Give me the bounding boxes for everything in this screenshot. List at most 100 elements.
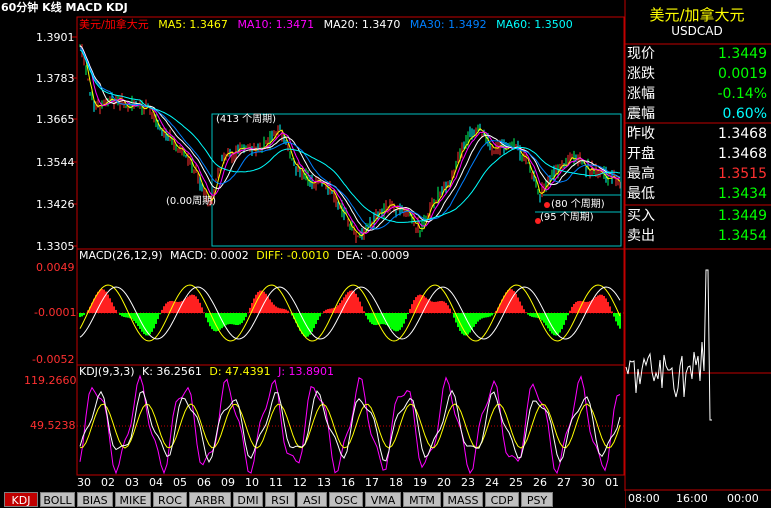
quote-label: 买入: [627, 208, 655, 224]
x-tick-label: 16: [341, 476, 355, 489]
quote-value: 0.60%: [722, 106, 767, 122]
tab-mtm[interactable]: MTM: [403, 492, 441, 507]
x-tick-label: 02: [101, 476, 115, 489]
j-line: [79, 374, 621, 475]
tab-arbr[interactable]: ARBR: [189, 492, 231, 507]
tab-roc[interactable]: ROC: [153, 492, 187, 507]
dea-value: DEA: -0.0009: [336, 249, 410, 262]
quote-row: 最高 1.3515: [627, 164, 771, 184]
ma-legend: 美元/加拿大元 MA5: 1.3467 MA10: 1.3471 MA20: 1…: [79, 18, 573, 32]
time-tick-2: 16:00: [676, 492, 708, 505]
tab-rsi[interactable]: RSI: [265, 492, 295, 507]
kdj-y-tick-1: 119.2660: [24, 374, 77, 387]
x-axis: 30 02 03 04 05 06 09 10 11 12 13 16 17 18 19 20 23 24 25 26…: [0, 476, 625, 490]
x-tick-label: 12: [293, 476, 307, 489]
time-tick-3: 00:00: [727, 492, 759, 505]
quote-value: 1.3515: [718, 166, 767, 182]
x-tick-label: 19: [413, 476, 427, 489]
macd-legend: MACD(26,12,9) MACD: 0.0002 DIFF: -0.0010…: [79, 249, 409, 263]
marker-80: [544, 202, 550, 208]
x-tick-label: 01: [605, 476, 619, 489]
x-tick-label: 20: [437, 476, 451, 489]
quote-value: 1.3468: [718, 146, 767, 162]
quote-label: 涨跌: [627, 66, 655, 82]
period-annotation-95: (95 个周期): [540, 212, 594, 223]
quote-row: 现价 1.3449: [627, 44, 771, 64]
quote-value: 1.3454: [718, 228, 767, 244]
quote-row: 最低 1.3434: [627, 184, 771, 204]
macd-y-tick-3: -0.0052: [32, 353, 75, 366]
tab-osc[interactable]: OSC: [329, 492, 363, 507]
x-tick-label: 25: [509, 476, 523, 489]
ma60-label: MA60: 1.3500: [496, 18, 573, 31]
macd-histogram: [79, 284, 621, 342]
ma20-label: MA20: 1.3470: [323, 18, 401, 31]
x-tick-label: 30: [77, 476, 91, 489]
zero-period-annotation: (0.00周期): [166, 196, 217, 207]
tab-cdp[interactable]: CDP: [485, 492, 519, 507]
x-tick-label: 24: [485, 476, 499, 489]
chart-kind-label: K线: [42, 1, 62, 14]
quote-value: 1.3449: [718, 208, 767, 224]
y-tick-5: 1.3426: [36, 198, 75, 211]
diff-value: DIFF: -0.0010: [256, 249, 330, 262]
quote-row: 震幅 0.60%: [627, 104, 771, 124]
chart-header: 60分钟 K线 MACD KDJ: [1, 1, 128, 15]
indicator-tabbar: KDJ BOLL BIAS MIKE ROC ARBR DMI RSI ASI OSC VMA MTM…: [0, 491, 625, 508]
ma-line: [79, 47, 621, 230]
macd-title: MACD(26,12,9): [79, 249, 163, 262]
quote-row: 卖出 1.3454: [627, 226, 771, 246]
tab-psy[interactable]: PSY: [521, 492, 553, 507]
quote-label: 开盘: [627, 146, 655, 162]
period-annotation-80: (80 个周期): [551, 199, 605, 210]
candlesticks: [79, 44, 621, 244]
quote-value: 1.3449: [718, 46, 767, 62]
quote-label: 最低: [627, 186, 655, 202]
quote-label: 现价: [627, 46, 655, 62]
quote-label: 卖出: [627, 228, 655, 244]
kdj-legend: KDJ(9,3,3) K: 36.2561 D: 47.4391 J: 13.8…: [79, 365, 334, 379]
macd-y-tick-2: -0.0001: [34, 306, 77, 319]
x-tick-label: 13: [317, 476, 331, 489]
y-tick-2: 1.3783: [36, 72, 75, 85]
tab-kdj[interactable]: KDJ: [4, 492, 38, 507]
period-annotation-413: (413 个周期): [216, 114, 277, 125]
x-tick-label: 18: [389, 476, 403, 489]
y-tick-4: 1.3544: [36, 156, 75, 169]
y-tick-6: 1.3305: [36, 240, 75, 253]
tab-bias[interactable]: BIAS: [77, 492, 113, 507]
symbol-label: 美元/加拿大元: [79, 18, 149, 31]
x-tick-label: 23: [461, 476, 475, 489]
x-tick-label: 04: [149, 476, 163, 489]
y-tick-3: 1.3665: [36, 113, 75, 126]
kdj-lines: [79, 374, 621, 475]
tab-dmi[interactable]: DMI: [233, 492, 263, 507]
tab-mike[interactable]: MIKE: [115, 492, 151, 507]
x-tick-label: 17: [365, 476, 379, 489]
kdj-y-tick-2: 49.5238: [30, 419, 76, 432]
quote-value: 1.3468: [718, 126, 767, 142]
period-label[interactable]: 60分钟: [1, 1, 38, 14]
macd-y-tick-1: 0.0049: [36, 261, 75, 274]
x-tick-label: 26: [533, 476, 547, 489]
quote-row: 涨幅 -0.14%: [627, 84, 771, 104]
ma-line: [79, 45, 621, 235]
quote-label: 涨幅: [627, 86, 655, 102]
quote-title-cn: 美元/加拿大元: [649, 6, 745, 24]
tab-boll[interactable]: BOLL: [40, 492, 75, 507]
quote-row: 开盘 1.3468: [627, 144, 771, 164]
tab-mass[interactable]: MASS: [443, 492, 483, 507]
indicator-label: MACD KDJ: [65, 1, 128, 14]
ma10-label: MA10: 1.3471: [237, 18, 315, 31]
kdj-panel-frame: [76, 364, 625, 476]
macd-value: MACD: 0.0002: [170, 249, 249, 262]
moving-average-lines: [79, 45, 621, 237]
quote-row: 买入 1.3449: [627, 206, 771, 226]
d-value: D: 47.4391: [209, 365, 271, 378]
quote-value: 1.3434: [718, 186, 767, 202]
quote-label: 最高: [627, 166, 655, 182]
kdj-title: KDJ(9,3,3): [79, 365, 135, 378]
tab-vma[interactable]: VMA: [365, 492, 401, 507]
x-tick-label: 05: [173, 476, 187, 489]
tab-asi[interactable]: ASI: [297, 492, 327, 507]
